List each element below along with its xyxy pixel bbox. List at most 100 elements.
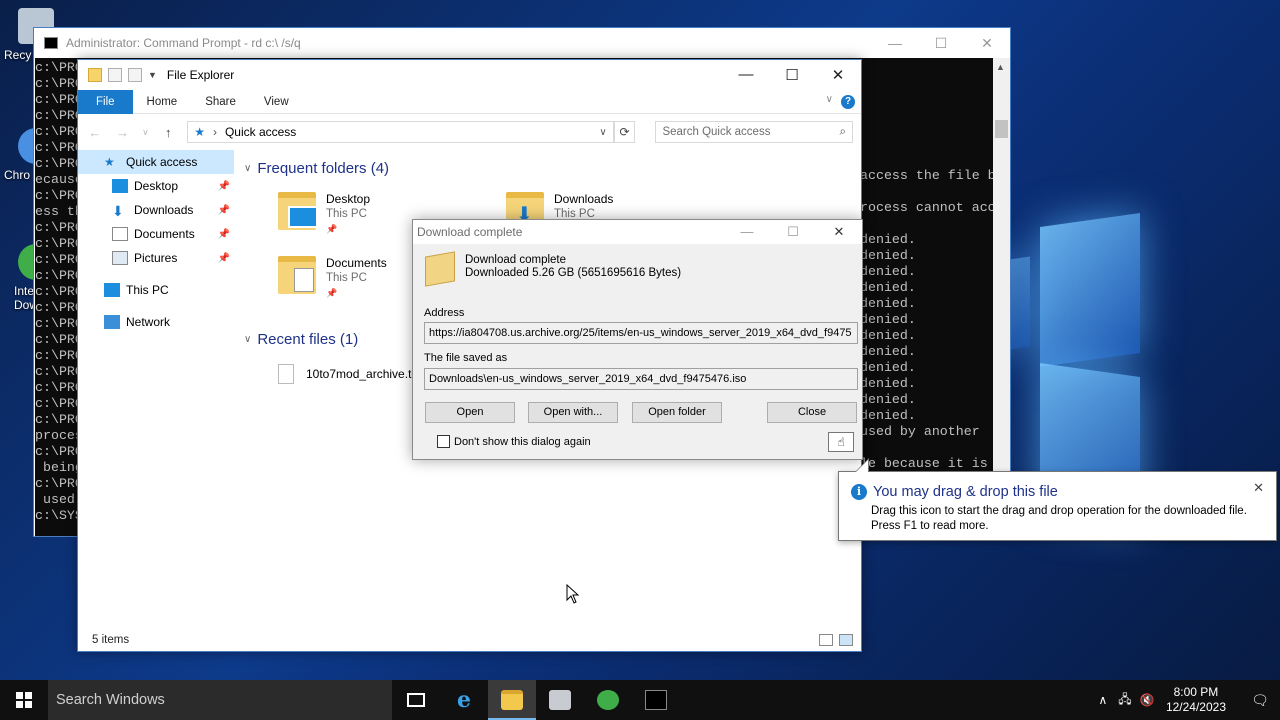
refresh-button[interactable]: ⟳ (613, 121, 636, 143)
address-field[interactable]: https://ia804708.us.archive.org/25/items… (424, 322, 858, 344)
close-button[interactable]: Close (767, 402, 857, 423)
search-icon: ⌕ (839, 125, 846, 138)
drag-drop-hand-icon[interactable]: ☝ (828, 432, 854, 452)
console-line: access the file b (860, 168, 996, 183)
tooltip-title: You may drag & drop this file (873, 484, 1058, 500)
open-button[interactable]: Open (425, 402, 515, 423)
taskbar-idm[interactable] (584, 680, 632, 720)
taskbar-command-prompt[interactable] (632, 680, 680, 720)
explorer-maximize-button[interactable]: ☐ (769, 66, 815, 84)
dialog-maximize-button[interactable]: ☐ (770, 224, 816, 240)
tab-home[interactable]: Home (133, 90, 192, 114)
tab-file[interactable]: File (78, 89, 133, 114)
breadcrumb-chevron-icon[interactable]: › (213, 125, 217, 139)
taskbar-file-explorer[interactable] (488, 680, 536, 720)
tab-view[interactable]: View (250, 90, 303, 114)
download-summary: Download complete Downloaded 5.26 GB (56… (425, 251, 681, 287)
expand-ribbon-icon[interactable]: ∨ (826, 94, 833, 105)
clock[interactable]: 8:00 PM 12/24/2023 (1166, 685, 1226, 715)
explorer-titlebar[interactable]: ▼ File Explorer — ☐ ✕ (78, 60, 861, 90)
back-arrow-icon[interactable]: ← (86, 125, 104, 140)
nav-item-network[interactable]: Network (78, 310, 234, 334)
properties-icon[interactable] (108, 68, 122, 82)
show-hidden-icons-chevron-icon[interactable]: ∧ (1092, 693, 1114, 707)
open-with-button[interactable]: Open with... (528, 402, 618, 423)
saved-as-label: The file saved as (424, 352, 508, 364)
chevron-down-icon[interactable]: ▼ (148, 70, 157, 80)
nav-item-pictures[interactable]: Pictures 📌 (78, 246, 234, 270)
new-folder-icon[interactable] (128, 68, 142, 82)
cmd-scroll-thumb[interactable] (995, 120, 1008, 138)
pin-icon: 📌 (217, 228, 230, 240)
package-icon (425, 251, 455, 287)
nav-item-this-pc[interactable]: This PC (78, 278, 234, 302)
forward-arrow-icon[interactable]: → (114, 125, 132, 140)
scroll-up-icon[interactable]: ▲ (996, 62, 1005, 72)
dont-show-checkbox[interactable]: Don't show this dialog again (437, 435, 591, 448)
help-icon[interactable]: ? (841, 95, 855, 109)
recent-locations-icon[interactable]: ∨ (142, 127, 150, 138)
console-line: denied. (860, 312, 916, 327)
collapse-chevron-icon[interactable]: ∨ (244, 334, 251, 345)
cmd-close-button[interactable]: ✕ (964, 35, 1010, 52)
dialog-minimize-button[interactable]: — (724, 224, 770, 240)
cmd-console-output-right: access the file b rocess cannot acc denied… (860, 88, 996, 472)
recent-file-item[interactable]: 10to7mod_archive.to (278, 364, 418, 384)
checkbox-box[interactable] (437, 435, 450, 448)
file-explorer-icon (501, 690, 523, 710)
up-arrow-icon[interactable]: ↑ (159, 125, 177, 140)
console-line: denied. (860, 232, 916, 247)
document-icon (112, 227, 128, 241)
download-complete-dialog[interactable]: Download complete — ☐ ✕ Download complet… (412, 219, 863, 460)
explorer-close-button[interactable]: ✕ (815, 66, 861, 84)
tab-share[interactable]: Share (191, 90, 250, 114)
taskbar-internet-explorer[interactable]: e (440, 680, 488, 720)
nav-item-quick-access[interactable]: ★ Quick access (78, 150, 234, 174)
taskbar-server-manager[interactable] (536, 680, 584, 720)
pin-icon: 📌 (326, 288, 338, 298)
nav-item-desktop[interactable]: Desktop 📌 (78, 174, 234, 198)
open-folder-button[interactable]: Open folder (632, 402, 722, 423)
tooltip-close-icon[interactable]: ✕ (1253, 480, 1264, 496)
action-center-icon[interactable]: 🗨 (1240, 692, 1280, 709)
tooltip-line-2: Press F1 to read more. (871, 520, 989, 532)
address-row: ← → ∨ ↑ ★ › Quick access ∨ ⟳ Search Quic… (78, 114, 861, 150)
console-line: denied. (860, 328, 916, 343)
collapse-chevron-icon[interactable]: ∨ (244, 163, 251, 174)
console-line: denied. (860, 344, 916, 359)
nav-item-documents[interactable]: Documents 📌 (78, 222, 234, 246)
dialog-close-icon[interactable]: ✕ (816, 224, 862, 240)
address-bar[interactable]: ★ › Quick access ∨ (187, 121, 614, 143)
taskbar-search-input[interactable]: Search Windows (48, 680, 392, 720)
explorer-minimize-button[interactable]: — (723, 66, 769, 84)
cmd-titlebar[interactable]: Administrator: Command Prompt - rd c:\ /… (34, 28, 1010, 58)
pin-icon: 📌 (217, 252, 230, 264)
pin-icon: 📌 (217, 204, 230, 216)
details-view-icon[interactable] (819, 634, 833, 646)
idm-icon (597, 690, 619, 710)
nav-item-downloads[interactable]: ⬇ Downloads 📌 (78, 198, 234, 222)
clock-time: 8:00 PM (1173, 685, 1219, 699)
saved-as-field[interactable]: Downloads\en-us_windows_server_2019_x64_… (424, 368, 858, 390)
task-view-icon (407, 693, 425, 707)
star-icon: ★ (104, 155, 115, 169)
start-button[interactable] (0, 680, 48, 720)
explorer-title: File Explorer (166, 68, 235, 82)
download-arrow-icon: ⬇ (112, 203, 124, 219)
recent-files-header[interactable]: ∨ Recent files (1) (244, 331, 358, 348)
cmd-scrollbar[interactable]: ▲ (993, 58, 1010, 536)
address-dropdown-icon[interactable]: ∨ (599, 127, 606, 138)
computer-icon (104, 283, 120, 297)
cmd-minimize-button[interactable]: — (872, 35, 918, 52)
address-label: Address (424, 307, 465, 319)
frequent-folders-header[interactable]: ∨ Frequent folders (4) (244, 160, 389, 177)
network-icon[interactable]: 🖧 (1114, 690, 1136, 711)
pin-icon: 📌 (217, 180, 230, 192)
large-icons-view-icon[interactable] (839, 634, 853, 646)
task-view-button[interactable] (392, 680, 440, 720)
volume-muted-icon[interactable]: 🔇 (1136, 693, 1158, 707)
cmd-maximize-button[interactable]: ☐ (918, 35, 964, 52)
dialog-titlebar[interactable]: Download complete — ☐ ✕ (413, 220, 862, 244)
search-input[interactable]: Search Quick access ⌕ (655, 121, 853, 143)
